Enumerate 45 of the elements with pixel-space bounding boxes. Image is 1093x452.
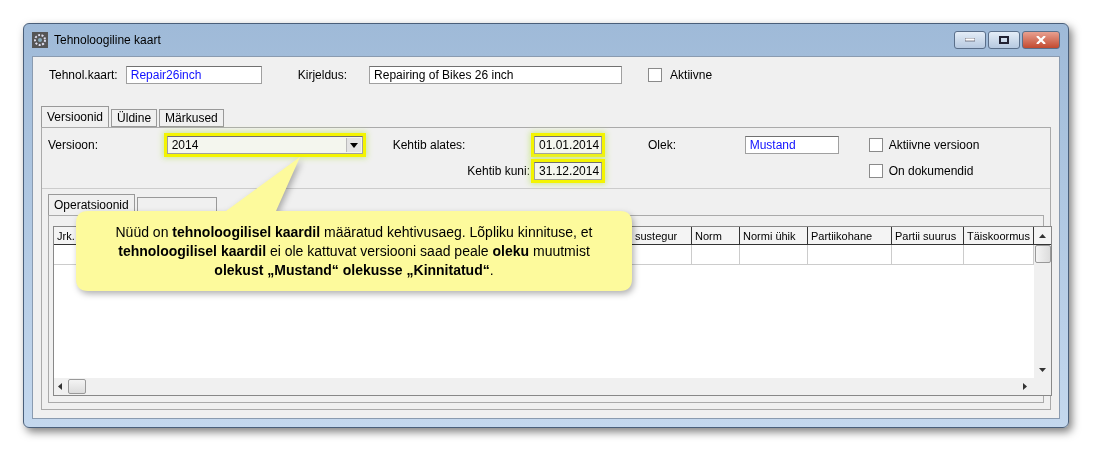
field-label: Versioon: [48, 138, 100, 152]
column-header: sustegur [632, 227, 692, 245]
status-field[interactable]: Mustand [744, 136, 839, 154]
field-label: Olek: [648, 138, 678, 152]
checkbox-label: Aktiivne versioon [888, 138, 980, 152]
minimize-icon [965, 38, 975, 42]
card-field[interactable]: Repair26inch [125, 66, 262, 84]
dropdown-arrow-icon [349, 142, 358, 148]
description-field[interactable]: Repairing of Bikes 26 inch [369, 66, 623, 84]
scroll-thumb[interactable] [68, 379, 86, 394]
scroll-right-icon[interactable] [1023, 383, 1027, 390]
column-header: Täiskoormus [964, 227, 1034, 245]
checkbox[interactable] [648, 68, 663, 82]
horizontal-scrollbar[interactable] [54, 378, 1051, 395]
maximize-button[interactable] [988, 31, 1020, 49]
close-button[interactable] [1022, 31, 1060, 49]
callout-text: Nüüd on tehnoloogilisel kaardil määratud kehtivusaeg. Lõpliku kinnituse, et tehnoloogilisel kaardil ei ole kattuvat versiooni saad peale oleku muutmist olekust „Mustand“ olekusse „Kinnitatud“. [114, 222, 594, 280]
column-header: Partii suurus [892, 227, 964, 245]
tab[interactable]: Versioonid [41, 106, 110, 127]
maximize-icon [999, 36, 1009, 44]
version-dropdown[interactable]: 2014 [166, 136, 363, 154]
close-icon [1036, 36, 1046, 44]
date-field[interactable]: 01.01.2014 [534, 136, 602, 154]
checkbox[interactable] [868, 164, 883, 178]
scroll-up-icon[interactable] [1039, 233, 1046, 238]
column-header: Norm [692, 227, 740, 245]
minimize-button[interactable] [954, 31, 986, 49]
checkbox[interactable] [868, 138, 883, 152]
checkbox-label: Aktiivne [670, 68, 713, 82]
scroll-left-icon[interactable] [58, 383, 62, 390]
column-header: Partiikohane [808, 227, 892, 245]
date-field[interactable]: 31.12.2014 [534, 162, 602, 180]
field-label: Tehnol.kaart: [49, 68, 118, 82]
field-label: Kirjeldus: [297, 68, 348, 82]
scroll-down-icon[interactable] [1039, 368, 1046, 372]
checkbox-label: On dokumendid [888, 164, 974, 178]
field-label: Kehtib kuni: [467, 164, 530, 178]
window-title: Tehnoloogiline kaart [54, 33, 161, 47]
tab[interactable]: Märkused [159, 109, 224, 127]
column-header: Normi ühik [740, 227, 808, 245]
scroll-thumb[interactable] [1034, 245, 1051, 263]
field-label: Kehtib alates: [392, 138, 467, 152]
gear-icon [32, 32, 48, 48]
tab[interactable]: Üldine [111, 109, 158, 127]
vertical-scrollbar[interactable] [1034, 245, 1051, 378]
